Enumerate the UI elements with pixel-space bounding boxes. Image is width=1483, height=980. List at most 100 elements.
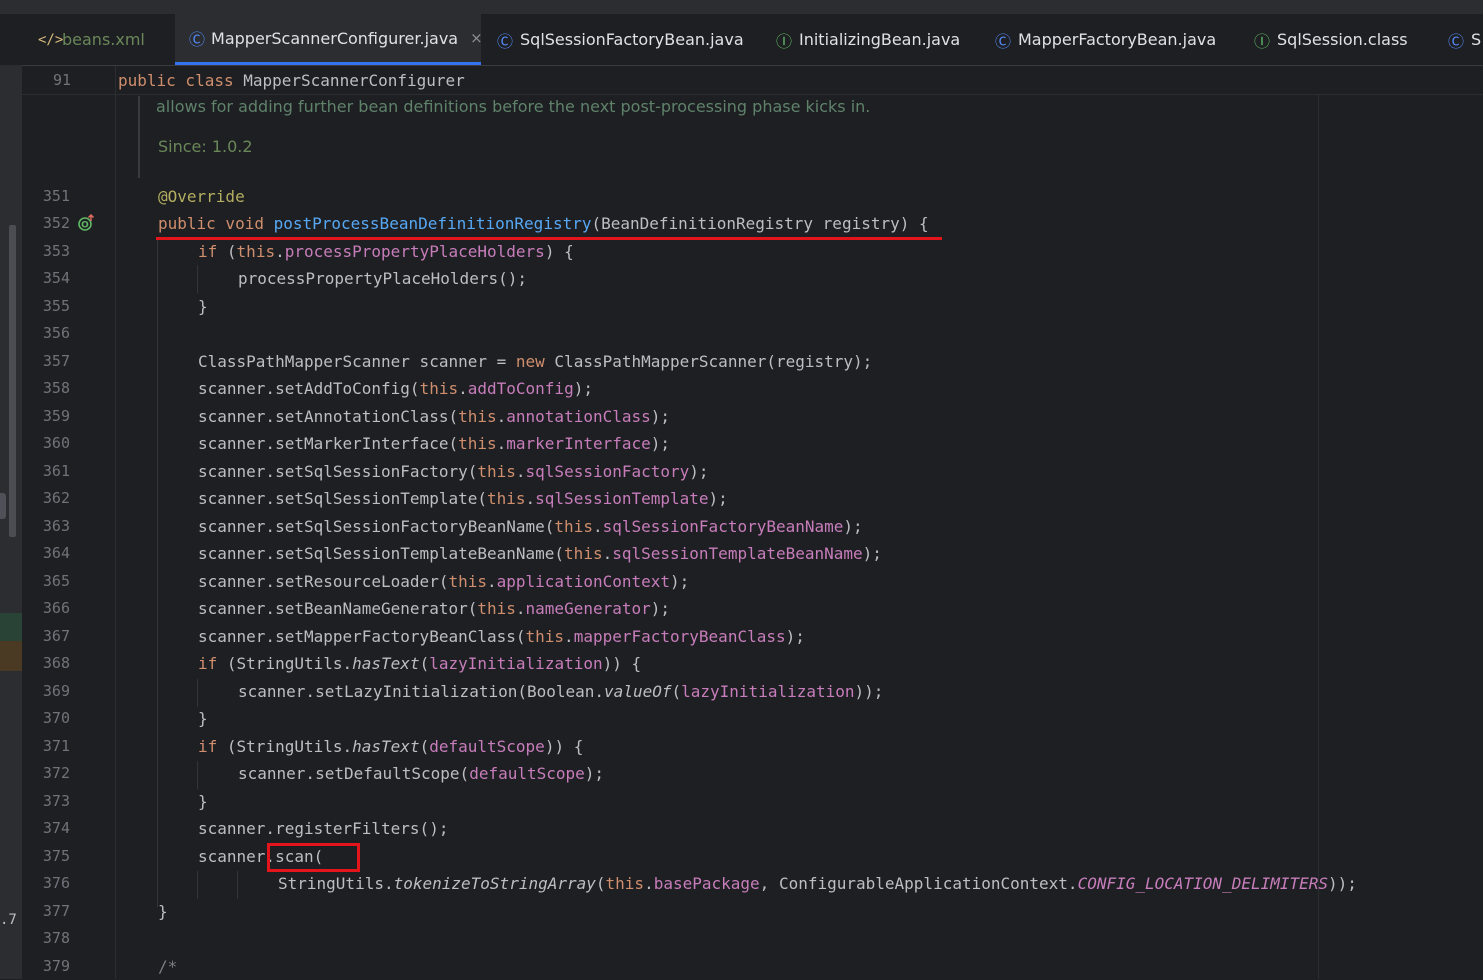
code-line-352[interactable]: 352 public void postProcessBeanDefinitio… xyxy=(22,210,1483,237)
doc-since: Since: 1.0.2 xyxy=(158,137,253,156)
code-line-364[interactable]: 364 scanner.setSqlSessionTemplateBeanNam… xyxy=(22,540,1483,567)
change-marker-added xyxy=(0,613,22,641)
code-text: processPropertyPlaceHolders(); xyxy=(238,269,527,288)
tab-label: InitializingBean.java xyxy=(799,30,961,49)
line-number: 376 xyxy=(42,874,70,892)
code-line-366[interactable]: 366 scanner.setBeanNameGenerator(this.na… xyxy=(22,595,1483,622)
line-number: 351 xyxy=(42,187,70,205)
code-text: if (this.processPropertyPlaceHolders) { xyxy=(198,242,574,261)
annotation-override: @Override xyxy=(158,187,245,206)
code-text: scanner.setSqlSessionFactoryBeanName(thi… xyxy=(198,517,863,536)
line-number: 363 xyxy=(42,517,70,535)
left-tool-strip xyxy=(0,65,22,979)
code-text: } xyxy=(198,297,208,316)
class-icon: Ⓒ xyxy=(1447,31,1464,51)
comment-start: /* xyxy=(158,957,178,976)
line-number: 353 xyxy=(42,242,70,260)
rendered-javadoc: allows for adding further bean definitio… xyxy=(138,96,1320,178)
tab-mapperscannerconfigurer[interactable]: Ⓒ MapperScannerConfigurer.java × xyxy=(175,14,483,65)
code-line-358[interactable]: 358 scanner.setAddToConfig(this.addToCon… xyxy=(22,375,1483,402)
interface-icon: Ⓘ xyxy=(1253,31,1270,51)
code-line-360[interactable]: 360 scanner.setMarkerInterface(this.mark… xyxy=(22,430,1483,457)
code-line-375[interactable]: 375 scanner.scan( xyxy=(22,843,1483,870)
line-number: 373 xyxy=(42,792,70,810)
interface-icon: Ⓘ xyxy=(775,31,792,51)
line-number: 374 xyxy=(42,819,70,837)
code-line-368[interactable]: 368 if (StringUtils.hasText(lazyInitiali… xyxy=(22,650,1483,677)
code-line-361[interactable]: 361 scanner.setSqlSessionFactory(this.sq… xyxy=(22,458,1483,485)
code-line-378[interactable]: 378 xyxy=(22,925,1483,952)
line-number: 371 xyxy=(42,737,70,755)
line-number: 366 xyxy=(42,599,70,617)
code-line-351[interactable]: 351 @Override xyxy=(22,183,1483,210)
scroll-indicator[interactable] xyxy=(9,225,16,537)
code-line-372[interactable]: 372 scanner.setDefaultScope(defaultScope… xyxy=(22,760,1483,787)
code-line-379[interactable]: 379 /* xyxy=(22,953,1483,980)
line-number: 355 xyxy=(42,297,70,315)
tab-label: MapperScannerConfigurer.java xyxy=(211,28,459,48)
code-text: if (StringUtils.hasText(lazyInitializati… xyxy=(198,654,642,673)
code-text: scanner.setAnnotationClass(this.annotati… xyxy=(198,407,671,426)
code-text: scanner.setSqlSessionTemplate(this.sqlSe… xyxy=(198,489,728,508)
code-line-354[interactable]: 354 processPropertyPlaceHolders(); xyxy=(22,265,1483,292)
line-number: 354 xyxy=(42,269,70,287)
code-text: scanner.setMarkerInterface(this.markerIn… xyxy=(198,434,671,453)
code-line-376[interactable]: 376 StringUtils.tokenizeToStringArray(th… xyxy=(22,870,1483,897)
tab-initializingbean[interactable]: Ⓘ InitializingBean.java xyxy=(771,14,976,65)
code-text: scanner.setSqlSessionTemplateBeanName(th… xyxy=(198,544,882,563)
code-text: scanner.setBeanNameGenerator(this.nameGe… xyxy=(198,599,671,618)
highlight-box xyxy=(267,843,360,872)
code-text: scanner.setSqlSessionFactory(this.sqlSes… xyxy=(198,462,709,481)
code-line-359[interactable]: 359 scanner.setAnnotationClass(this.anno… xyxy=(22,403,1483,430)
code-line-377[interactable]: 377 } xyxy=(22,898,1483,925)
tab-label: S xyxy=(1471,30,1482,49)
tab-partial[interactable]: Ⓒ S xyxy=(1443,14,1483,65)
code-line-353[interactable]: 353 if (this.processPropertyPlaceHolders… xyxy=(22,238,1483,265)
line-number: 357 xyxy=(42,352,70,370)
code-line-374[interactable]: 374 scanner.registerFilters(); xyxy=(22,815,1483,842)
line-number: 365 xyxy=(42,572,70,590)
code-line-367[interactable]: 367 scanner.setMapperFactoryBeanClass(th… xyxy=(22,623,1483,650)
line-number: 370 xyxy=(42,709,70,727)
code-text: scanner.setAddToConfig(this.addToConfig)… xyxy=(198,379,593,398)
line-number: 369 xyxy=(42,682,70,700)
code-text: scanner.setMapperFactoryBeanClass(this.m… xyxy=(198,627,805,646)
line-number: 372 xyxy=(42,764,70,782)
line-number: 364 xyxy=(42,544,70,562)
close-icon[interactable]: × xyxy=(470,29,483,47)
line-number: 352 xyxy=(42,214,70,232)
code-text: } xyxy=(198,709,208,728)
override-gutter-icon[interactable]: O xyxy=(77,214,95,232)
code-line-369[interactable]: 369 scanner.setLazyInitialization(Boolea… xyxy=(22,678,1483,705)
code-text: scanner.setDefaultScope(defaultScope); xyxy=(238,764,605,783)
tab-mapperfactorybean[interactable]: Ⓒ MapperFactoryBean.java xyxy=(990,14,1240,65)
code-line-356[interactable]: 356 xyxy=(22,320,1483,347)
line-number: 377 xyxy=(42,902,70,920)
code-line-373[interactable]: 373 } xyxy=(22,788,1483,815)
tab-beans-xml[interactable]: </> beans.xml xyxy=(22,14,174,65)
code-line-365[interactable]: 365 scanner.setResourceLoader(this.appli… xyxy=(22,568,1483,595)
code-line-371[interactable]: 371 if (StringUtils.hasText(defaultScope… xyxy=(22,733,1483,760)
line-number: 368 xyxy=(42,654,70,672)
method-signature: public void postProcessBeanDefinitionReg… xyxy=(158,214,929,233)
code-line-355[interactable]: 355 } xyxy=(22,293,1483,320)
panel-handle[interactable] xyxy=(0,493,6,519)
tab-sqlsessionfactorybean[interactable]: Ⓒ SqlSessionFactoryBean.java xyxy=(492,14,762,65)
doc-text: allows for adding further bean definitio… xyxy=(156,97,871,116)
line-number: 375 xyxy=(42,847,70,865)
line-number: 362 xyxy=(42,489,70,507)
code-text: } xyxy=(198,792,208,811)
code-text: ClassPathMapperScanner scanner = new Cla… xyxy=(198,352,873,371)
line-number: 356 xyxy=(42,324,70,342)
class-icon: Ⓒ xyxy=(994,31,1011,51)
sticky-class-header[interactable]: 91 public class MapperScannerConfigurer xyxy=(22,67,1483,95)
tab-sqlsession[interactable]: Ⓘ SqlSession.class xyxy=(1249,14,1434,65)
code-line-363[interactable]: 363 scanner.setSqlSessionFactoryBeanName… xyxy=(22,513,1483,540)
line-number: 358 xyxy=(42,379,70,397)
line-number: 359 xyxy=(42,407,70,425)
code-line-362[interactable]: 362 scanner.setSqlSessionTemplate(this.s… xyxy=(22,485,1483,512)
code-line-357[interactable]: 357 ClassPathMapperScanner scanner = new… xyxy=(22,348,1483,375)
code-line-370[interactable]: 370 } xyxy=(22,705,1483,732)
class-icon: Ⓒ xyxy=(496,31,513,51)
tab-label: SqlSession.class xyxy=(1277,30,1408,49)
